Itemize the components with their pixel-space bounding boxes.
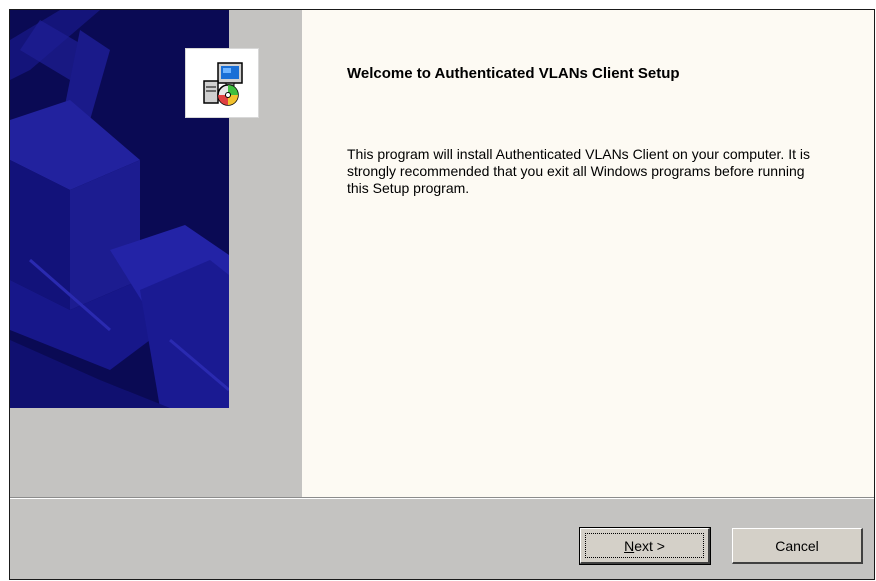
left-panel [10,10,302,497]
welcome-title: Welcome to Authenticated VLANs Client Se… [347,65,680,82]
setup-wizard-dialog: Welcome to Authenticated VLANs Client Se… [9,9,875,580]
intro-message: This program will install Authenticated … [347,146,810,196]
setup-icon-frame [185,48,259,118]
button-bar: Next > Cancel [10,499,874,579]
cancel-button-label: Cancel [775,537,819,554]
next-button[interactable]: Next > [579,527,711,565]
setup-computer-cd-icon [203,62,243,106]
focus-ring [585,533,704,558]
cancel-button[interactable]: Cancel [732,528,863,564]
content-panel: Welcome to Authenticated VLANs Client Se… [302,10,874,497]
